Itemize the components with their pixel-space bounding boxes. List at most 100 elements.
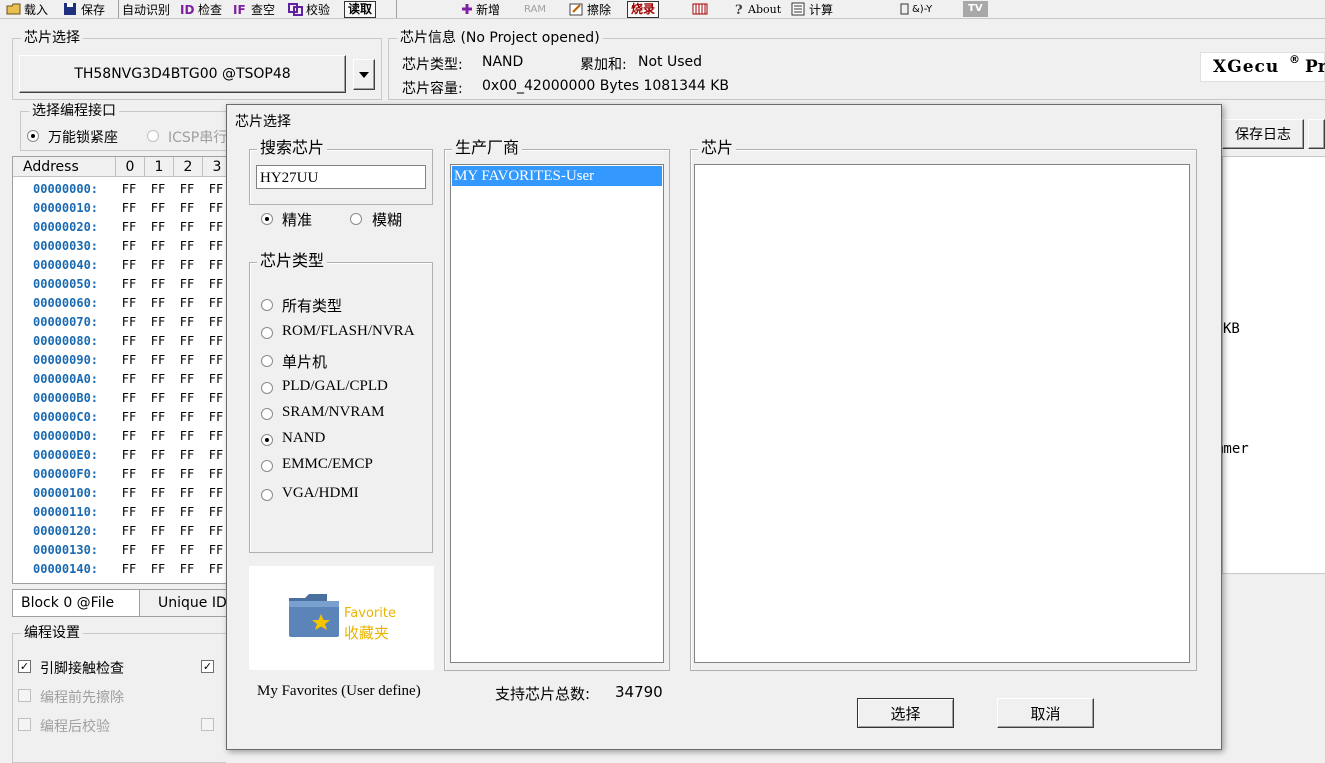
hex-row[interactable]: 000000C0: FF FF FF FF	[13, 408, 226, 427]
hex-cell[interactable]: FF	[174, 180, 200, 199]
auto-identify-button[interactable]: 自动识别	[122, 0, 170, 18]
hex-row[interactable]: 00000120: FF FF FF FF	[13, 522, 226, 541]
hex-cell[interactable]: FF	[145, 180, 171, 199]
hex-cell[interactable]: FF	[174, 313, 200, 332]
hex-cell[interactable]: FF	[116, 465, 142, 484]
hex-cell[interactable]: FF	[116, 560, 142, 579]
hex-cell[interactable]: FF	[116, 294, 142, 313]
hex-cell[interactable]: FF	[145, 199, 171, 218]
hex-cell[interactable]: FF	[145, 541, 171, 560]
hex-cell[interactable]: FF	[145, 408, 171, 427]
hex-cell[interactable]: FF	[203, 560, 226, 579]
hex-row[interactable]: 00000040: FF FF FF FF	[13, 256, 226, 275]
hex-cell[interactable]: FF	[174, 465, 200, 484]
hex-cell[interactable]: FF	[116, 218, 142, 237]
hex-cell[interactable]: FF	[174, 560, 200, 579]
fuzzy-radio[interactable]	[350, 213, 362, 225]
hex-cell[interactable]: FF	[145, 275, 171, 294]
hex-cell[interactable]: FF	[145, 370, 171, 389]
hex-cell[interactable]: FF	[174, 370, 200, 389]
hex-row[interactable]: 000000E0: FF FF FF FF	[13, 446, 226, 465]
verify-after-checkbox[interactable]	[18, 718, 31, 731]
socket-radio[interactable]	[27, 130, 39, 142]
current-chip-button[interactable]: TH58NVG3D4BTG00 @TSOP48	[19, 55, 346, 93]
hex-cell[interactable]: FF	[116, 446, 142, 465]
hex-cell[interactable]: FF	[145, 294, 171, 313]
erase-button[interactable]: 擦除	[569, 0, 611, 18]
hex-cell[interactable]: FF	[203, 541, 226, 560]
hex-cell[interactable]: FF	[145, 237, 171, 256]
blank-check-button[interactable]: IF 查空	[233, 0, 275, 18]
hex-row[interactable]: 00000070: FF FF FF FF	[13, 313, 226, 332]
hex-cell[interactable]: FF	[203, 199, 226, 218]
add-button[interactable]: 新增	[460, 0, 500, 18]
hex-cell[interactable]: FF	[116, 275, 142, 294]
hex-cell[interactable]: FF	[203, 218, 226, 237]
hex-row[interactable]: 00000030: FF FF FF FF	[13, 237, 226, 256]
hex-cell[interactable]: FF	[174, 484, 200, 503]
hex-row[interactable]: 00000090: FF FF FF FF	[13, 351, 226, 370]
hex-cell[interactable]: FF	[145, 503, 171, 522]
hex-cell[interactable]: FF	[203, 275, 226, 294]
favorites-panel[interactable]: Favorite 收藏夹	[249, 566, 434, 670]
hex-cell[interactable]: FF	[145, 218, 171, 237]
hex-cell[interactable]: FF	[145, 560, 171, 579]
chip-dropdown-button[interactable]	[353, 59, 375, 90]
hex-cell[interactable]: FF	[174, 199, 200, 218]
hex-cell[interactable]: FF	[203, 503, 226, 522]
tab-block-0[interactable]: Block 0 @File	[12, 589, 140, 617]
hex-cell[interactable]: FF	[116, 484, 142, 503]
hex-cell[interactable]: FF	[203, 351, 226, 370]
burn-button[interactable]: 烧录	[627, 0, 660, 18]
hex-cell[interactable]: FF	[116, 427, 142, 446]
hex-cell[interactable]: FF	[116, 180, 142, 199]
right-scroll-button[interactable]	[1308, 119, 1325, 149]
load-button[interactable]: 载入	[6, 0, 48, 18]
hex-cell[interactable]: FF	[174, 351, 200, 370]
hex-cell[interactable]: FF	[116, 351, 142, 370]
calculator-button[interactable]: 计算	[791, 0, 833, 18]
hex-row[interactable]: 00000000: FF FF FF FF	[13, 180, 226, 199]
hex-cell[interactable]: FF	[116, 313, 142, 332]
hex-cell[interactable]: FF	[203, 522, 226, 541]
hex-cell[interactable]: FF	[203, 465, 226, 484]
hex-cell[interactable]: FF	[116, 370, 142, 389]
hex-cell[interactable]: FF	[145, 351, 171, 370]
about-button[interactable]: ? About	[734, 0, 781, 19]
hex-cell[interactable]: FF	[145, 332, 171, 351]
hex-cell[interactable]: FF	[203, 256, 226, 275]
hex-cell[interactable]: FF	[203, 370, 226, 389]
hex-cell[interactable]: FF	[174, 408, 200, 427]
chip-list[interactable]	[694, 164, 1190, 663]
search-input[interactable]: HY27UU	[256, 165, 426, 189]
exact-radio[interactable]	[261, 213, 273, 225]
hex-cell[interactable]: FF	[145, 446, 171, 465]
hex-row[interactable]: 00000020: FF FF FF FF	[13, 218, 226, 237]
hex-row[interactable]: 00000080: FF FF FF FF	[13, 332, 226, 351]
hex-view[interactable]: Address 0 1 2 3 00000000: FF FF FF FF 0000001…	[12, 156, 227, 584]
hex-cell[interactable]: FF	[203, 484, 226, 503]
tab-unique-id[interactable]: Unique ID	[140, 589, 230, 617]
hex-cell[interactable]: FF	[116, 522, 142, 541]
hex-cell[interactable]: FF	[174, 427, 200, 446]
hex-cell[interactable]: FF	[145, 522, 171, 541]
hex-cell[interactable]: FF	[145, 313, 171, 332]
hex-cell[interactable]: FF	[203, 237, 226, 256]
hex-row[interactable]: 00000100: FF FF FF FF	[13, 484, 226, 503]
chip-type-radio[interactable]	[261, 299, 273, 311]
ram-button[interactable]: RAM	[524, 0, 546, 18]
save-button[interactable]: 保存	[63, 0, 105, 18]
hex-cell[interactable]: FF	[174, 256, 200, 275]
option-checkbox[interactable]: ✓	[201, 660, 214, 673]
hex-cell[interactable]: FF	[174, 389, 200, 408]
hex-cell[interactable]: FF	[174, 522, 200, 541]
hex-row[interactable]: 000000F0: FF FF FF FF	[13, 465, 226, 484]
hex-cell[interactable]: FF	[174, 503, 200, 522]
hex-cell[interactable]: FF	[174, 541, 200, 560]
hex-cell[interactable]: FF	[116, 389, 142, 408]
hex-cell[interactable]: FF	[116, 541, 142, 560]
save-log-button[interactable]: 保存日志	[1222, 119, 1304, 149]
vendor-item-favorites[interactable]: MY FAVORITES-User	[452, 166, 662, 186]
chip-config-button[interactable]	[690, 0, 712, 18]
hex-row[interactable]: 00000010: FF FF FF FF	[13, 199, 226, 218]
